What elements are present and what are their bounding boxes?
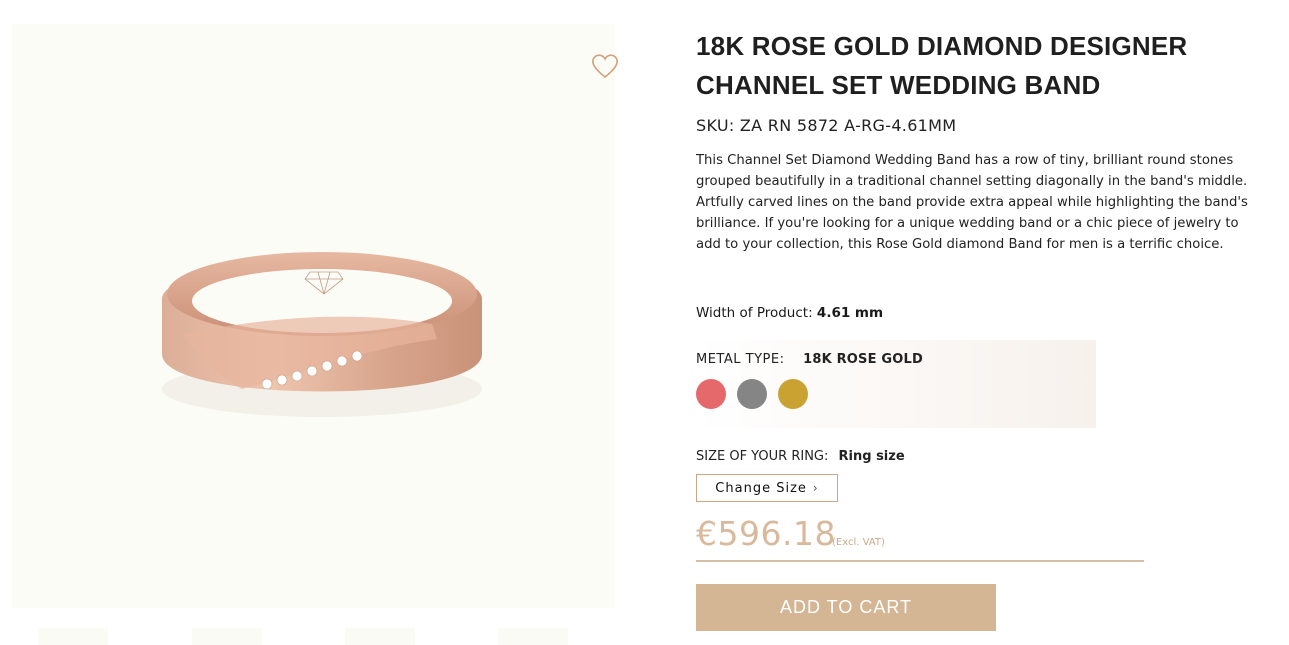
ring-size-caption: SIZE OF YOUR RING: xyxy=(696,449,829,464)
thumbnail-3[interactable] xyxy=(345,628,415,645)
chevron-right-icon: › xyxy=(812,481,819,495)
heart-outline-icon[interactable] xyxy=(590,52,620,80)
product-title: 18K ROSE GOLD DIAMOND DESIGNER CHANNEL S… xyxy=(696,31,1188,100)
product-info: 18K ROSE GOLD DIAMOND DESIGNER CHANNEL S… xyxy=(696,0,1266,645)
add-to-cart-button[interactable]: ADD TO CART xyxy=(696,584,996,631)
product-image xyxy=(162,252,482,417)
metal-type-caption: METAL TYPE: xyxy=(696,352,785,367)
metal-type-selector: METAL TYPE: 18K ROSE GOLD xyxy=(696,340,1096,428)
swatch-white-gold[interactable] xyxy=(737,379,767,409)
thumbnail-1[interactable] xyxy=(38,628,108,645)
thumbnail-4[interactable] xyxy=(498,628,568,645)
product-image-gallery xyxy=(12,24,618,608)
width-label: Width of Product: xyxy=(696,305,813,321)
swatch-rose-gold[interactable] xyxy=(696,379,726,409)
thumbnail-2[interactable] xyxy=(192,628,262,645)
change-size-button[interactable]: Change Size › xyxy=(696,474,838,502)
metal-type-label: METAL TYPE: 18K ROSE GOLD xyxy=(696,352,923,367)
thumbnail-strip xyxy=(12,628,615,645)
metal-type-selected: 18K ROSE GOLD xyxy=(803,352,924,367)
product-width: Width of Product: 4.61 mm xyxy=(696,305,883,321)
price-row: €596.18 (Excl. VAT) xyxy=(696,514,1144,562)
ring-size-label: SIZE OF YOUR RING: Ring size xyxy=(696,449,905,464)
product-description: This Channel Set Diamond Wedding Band ha… xyxy=(696,153,1248,252)
price: €596.18 xyxy=(696,514,836,553)
width-value: 4.61 mm xyxy=(816,305,884,321)
change-size-label: Change Size xyxy=(715,480,807,496)
swatch-yellow-gold[interactable] xyxy=(778,379,808,409)
product-sku: SKU: ZA RN 5872 A-RG-4.61MM xyxy=(696,116,957,135)
vat-note: (Excl. VAT) xyxy=(832,537,885,548)
ring-size-value: Ring size xyxy=(838,449,905,464)
